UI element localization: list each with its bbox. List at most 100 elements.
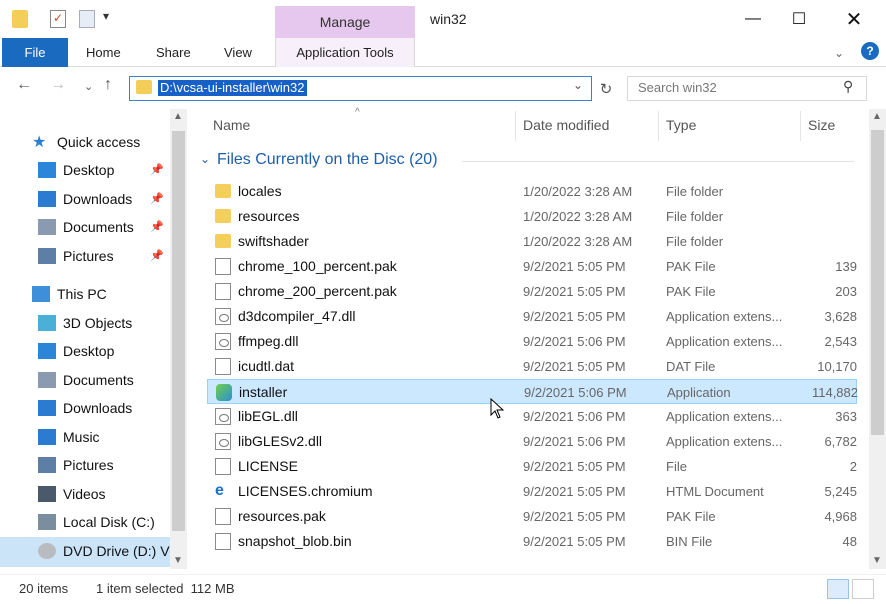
pictures-icon	[38, 248, 56, 264]
refresh-icon[interactable]: ↻	[596, 76, 616, 101]
nav-item[interactable]: Downloads 📌	[0, 185, 170, 213]
nav-item[interactable]: ★ Quick access	[0, 128, 170, 156]
nav-item[interactable]: Pictures 📌	[0, 242, 170, 270]
file-name: locales	[238, 183, 282, 199]
collapse-group-icon[interactable]: ⌄	[200, 152, 210, 166]
file-row[interactable]: swiftshader 1/20/2022 3:28 AM File folder	[207, 229, 857, 254]
file-date: 9/2/2021 5:05 PM	[523, 309, 626, 324]
chevron-down-icon[interactable]: ⌄	[573, 78, 583, 92]
large-icons-view-icon[interactable]	[852, 579, 874, 599]
new-folder-icon[interactable]	[79, 10, 95, 28]
tab-view[interactable]: View	[224, 45, 252, 60]
group-header[interactable]: Files Currently on the Disc (20)	[217, 151, 438, 169]
list-scrollbar-thumb[interactable]	[871, 130, 884, 435]
documents-icon	[38, 372, 56, 388]
pin-icon[interactable]: 📌	[150, 220, 164, 233]
nav-scrollbar-thumb[interactable]	[172, 131, 185, 531]
nav-item[interactable]: Desktop 📌	[0, 156, 170, 184]
scroll-down-icon[interactable]: ▼	[173, 555, 183, 566]
file-date: 9/2/2021 5:05 PM	[523, 484, 626, 499]
maximize-button[interactable]: ☐	[776, 6, 822, 32]
sort-indicator-icon: ^	[355, 107, 360, 118]
file-row[interactable]: libEGL.dll 9/2/2021 5:06 PM Application ex…	[207, 404, 857, 429]
nav-item[interactable]: Music	[0, 423, 170, 451]
nav-item[interactable]: Videos	[0, 480, 170, 508]
pin-icon[interactable]: 📌	[150, 249, 164, 262]
pin-icon[interactable]: 📌	[150, 163, 164, 176]
file-row[interactable]: d3dcompiler_47.dll 9/2/2021 5:05 PM Applic…	[207, 304, 857, 329]
dll-icon	[215, 433, 231, 450]
pin-icon[interactable]: 📌	[150, 192, 164, 205]
column-separator[interactable]	[515, 111, 516, 141]
nav-item[interactable]: DVD Drive (D:) V	[0, 537, 170, 565]
file-row[interactable]: LICENSE 9/2/2021 5:05 PM File 2	[207, 454, 857, 479]
file-row[interactable]: e LICENSES.chromium 9/2/2021 5:05 PM HTML D…	[207, 479, 857, 504]
file-row[interactable]: locales 1/20/2022 3:28 AM File folder	[207, 179, 857, 204]
file-icon	[215, 533, 231, 550]
nav-item-label: 3D Objects	[63, 315, 133, 331]
download-icon	[38, 191, 56, 207]
nav-item[interactable]: Documents 📌	[0, 213, 170, 241]
window-title: win32	[430, 11, 467, 27]
file-row[interactable]: chrome_200_percent.pak 9/2/2021 5:05 PM PA…	[207, 279, 857, 304]
details-view-icon[interactable]	[827, 579, 849, 599]
nav-item-label: DVD Drive (D:) V	[63, 543, 170, 559]
column-date-modified[interactable]: Date modified	[523, 117, 609, 133]
customize-toolbar-icon[interactable]: ▾	[103, 9, 109, 23]
column-size[interactable]: Size	[808, 117, 835, 133]
file-row[interactable]: snapshot_blob.bin 9/2/2021 5:05 PM BIN Fil…	[207, 529, 857, 554]
tab-home[interactable]: Home	[86, 45, 121, 60]
nav-item[interactable]: 3D Objects	[0, 309, 170, 337]
disk-icon	[38, 514, 56, 530]
file-type: File folder	[666, 209, 724, 224]
column-separator[interactable]	[658, 111, 659, 141]
up-icon[interactable]: ↑	[104, 76, 112, 94]
file-icon	[215, 283, 231, 300]
folder-icon	[215, 184, 231, 198]
minimize-button[interactable]: —	[730, 6, 776, 32]
manage-label: Manage	[319, 14, 371, 30]
search-icon[interactable]: ⚲	[843, 78, 853, 95]
address-path[interactable]: D:\vcsa-ui-installer\win32	[158, 80, 307, 96]
file-size: 5,245	[824, 484, 857, 499]
nav-item-label: Music	[63, 429, 100, 445]
file-row[interactable]: libGLESv2.dll 9/2/2021 5:06 PM Application…	[207, 429, 857, 454]
file-row[interactable]: resources 1/20/2022 3:28 AM File folder	[207, 204, 857, 229]
help-icon[interactable]: ?	[861, 42, 879, 60]
file-size: 6,782	[824, 434, 857, 449]
file-row[interactable]: ffmpeg.dll 9/2/2021 5:06 PM Application ex…	[207, 329, 857, 354]
file-row[interactable]: icudtl.dat 9/2/2021 5:05 PM DAT File 10,170	[207, 354, 857, 379]
file-name: snapshot_blob.bin	[238, 533, 352, 549]
properties-icon[interactable]: ✓	[50, 10, 66, 28]
scroll-down-icon[interactable]: ▼	[872, 555, 882, 566]
column-type[interactable]: Type	[666, 117, 696, 133]
file-name: swiftshader	[238, 233, 309, 249]
nav-item[interactable]: Local Disk (C:)	[0, 508, 170, 536]
file-tab[interactable]: File	[2, 38, 68, 67]
scroll-up-icon[interactable]: ▲	[872, 111, 882, 122]
scroll-up-icon[interactable]: ▲	[173, 111, 183, 122]
file-name: resources	[238, 208, 300, 224]
nav-item[interactable]: This PC	[0, 280, 170, 308]
chevron-down-icon[interactable]: ⌄	[834, 46, 844, 60]
nav-item[interactable]: Downloads	[0, 394, 170, 422]
nav-item-label: Pictures	[63, 457, 114, 473]
nav-item[interactable]: Documents	[0, 366, 170, 394]
nav-item-label: Documents	[63, 219, 134, 235]
tab-share[interactable]: Share	[156, 45, 191, 60]
file-row[interactable]: chrome_100_percent.pak 9/2/2021 5:05 PM PA…	[207, 254, 857, 279]
nav-item[interactable]: Pictures	[0, 451, 170, 479]
nav-item[interactable]: Desktop	[0, 337, 170, 365]
star-icon: ★	[32, 134, 47, 151]
close-button[interactable]: ✕	[831, 6, 877, 32]
file-row[interactable]: resources.pak 9/2/2021 5:05 PM PAK File 4,9…	[207, 504, 857, 529]
recent-locations-icon[interactable]: ⌄	[84, 80, 93, 93]
column-separator[interactable]	[800, 111, 801, 141]
file-icon	[215, 508, 231, 525]
cube-icon	[38, 315, 56, 331]
back-icon[interactable]: ←	[16, 76, 32, 94]
folder-icon	[136, 80, 152, 94]
column-name[interactable]: Name	[213, 117, 250, 133]
file-row[interactable]: installer 9/2/2021 5:06 PM Application 114,…	[207, 379, 858, 404]
forward-icon[interactable]: →	[50, 76, 66, 94]
